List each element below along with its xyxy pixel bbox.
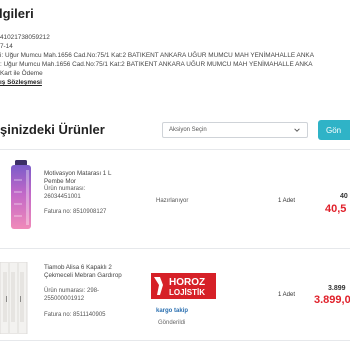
product-image-bottle[interactable] [8,160,34,230]
product-name[interactable]: Motivasyon Matarası 1 L Pembe Mor [44,170,126,185]
product-name[interactable]: Tiamob Alisa 6 Kapaklı 2 Çekmeceli Mebra… [44,264,126,279]
price-original: 3.899 [328,285,346,292]
divider [0,149,350,150]
chevron-down-icon [294,128,300,132]
order-info-title: lgileri [0,6,34,21]
product-number: 26034451001 [44,194,81,200]
quantity: 1 Adet [278,292,296,298]
divider [0,340,350,341]
product-number-label: Ürün numarası: [44,186,86,192]
status-text: Hazırlanıyor [156,198,189,204]
action-select[interactable]: Aksiyon Seçin [162,122,308,138]
send-button[interactable]: Gön [318,120,350,140]
contract-link[interactable]: ış Sözleşmesi [0,79,42,87]
price-current: 40,5 [325,203,347,215]
order-number: 41021738059212 [0,34,50,41]
divider [0,248,350,249]
quantity: 1 Adet [278,198,296,204]
status-text: Gönderildi [158,320,186,326]
order-details-page: lgileri 41021738059212 7-14 i: Uğur Mumc… [0,0,350,350]
action-select-value: Aksiyon Seçin [169,127,207,133]
products-title: şinizdeki Ürünler [0,122,105,137]
product-image-wardrobe[interactable] [0,262,28,334]
price-current: 3.899,0 [314,294,350,306]
product-number-label: Ürün numarası: 298- [44,288,100,294]
billing-address: : Uğur Mumcu Mah.1656 Cad.No:75/1 Kat:2 … [0,61,313,68]
price-original: 40 [340,193,348,200]
cargo-tracking-link[interactable]: kargo takip [156,308,188,314]
svg-text:HOROZ: HOROZ [169,277,205,288]
invoice-number: Fatura no: 8510908127 [44,209,107,215]
product-number: 255000001912 [44,296,85,302]
payment-method: Kart ile Ödeme [0,70,43,77]
svg-text:LOJİSTİK: LOJİSTİK [169,288,205,297]
invoice-number: Fatura no: 8511140905 [44,312,106,318]
carrier-logo: HOROZ LOJİSTİK [151,273,216,299]
delivery-address: i: Uğur Mumcu Mah.1656 Cad.No:75/1 Kat:2… [0,52,314,59]
order-date: 7-14 [0,43,13,50]
